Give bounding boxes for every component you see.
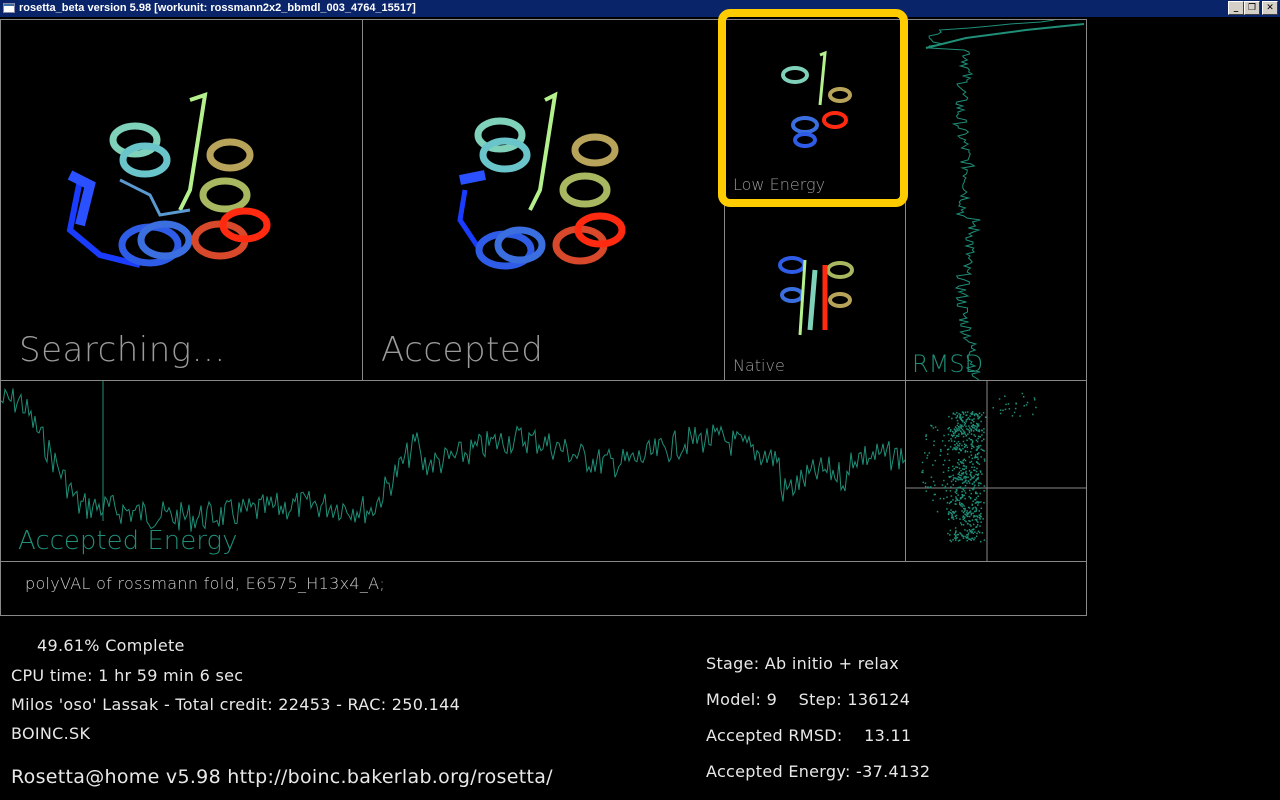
cpu-time: CPU time: 1 hr 59 min 6 sec (11, 666, 244, 685)
percent-complete: 49.61% Complete (37, 636, 185, 655)
stage-info: Stage: Ab initio + relax (706, 654, 900, 673)
close-button[interactable]: ✕ (1262, 1, 1278, 15)
energy-vs-rmsd-scatter (906, 381, 1086, 561)
rmsd-trace-plot (925, 20, 1085, 380)
user-credit: Milos 'oso' Lassak - Total credit: 22453… (11, 695, 461, 714)
native-protein-model (778, 256, 854, 336)
searching-label: Searching... (19, 330, 226, 370)
rmsd-label: RMSD (912, 350, 984, 378)
restore-button[interactable]: ❐ (1244, 1, 1260, 15)
scatter-points (921, 392, 1037, 543)
rmsd-trace (928, 20, 1055, 380)
model-step-info: Model: 9 Step: 136124 (706, 690, 911, 709)
accepted-rmsd-info: Accepted RMSD: 13.11 (706, 726, 912, 745)
project-info: Rosetta@home v5.98 http://boinc.bakerlab… (11, 766, 553, 788)
accepted-label: Accepted (381, 330, 544, 370)
low-energy-label: Low Energy (733, 175, 826, 194)
window-titlebar[interactable]: rosetta_beta version 5.98 [workunit: ros… (0, 0, 1280, 17)
workunit-description: polyVAL of rossmann fold, E6575_H13x4_A; (25, 574, 386, 593)
team-name: BOINC.SK (11, 724, 91, 743)
accepted-energy-label: Accepted Energy (18, 526, 238, 556)
accepted-energy-trace (1, 387, 905, 532)
minimize-button[interactable]: _ (1228, 1, 1244, 15)
accepted-energy-info: Accepted Energy: -37.4132 (706, 762, 931, 781)
native-label: Native (733, 356, 785, 375)
searching-protein-model (66, 92, 271, 268)
rmsd-initial-drop (925, 23, 1085, 49)
accepted-protein-model (457, 91, 626, 270)
window-title: rosetta_beta version 5.98 [workunit: ros… (19, 2, 416, 14)
app-window-icon (3, 3, 15, 13)
